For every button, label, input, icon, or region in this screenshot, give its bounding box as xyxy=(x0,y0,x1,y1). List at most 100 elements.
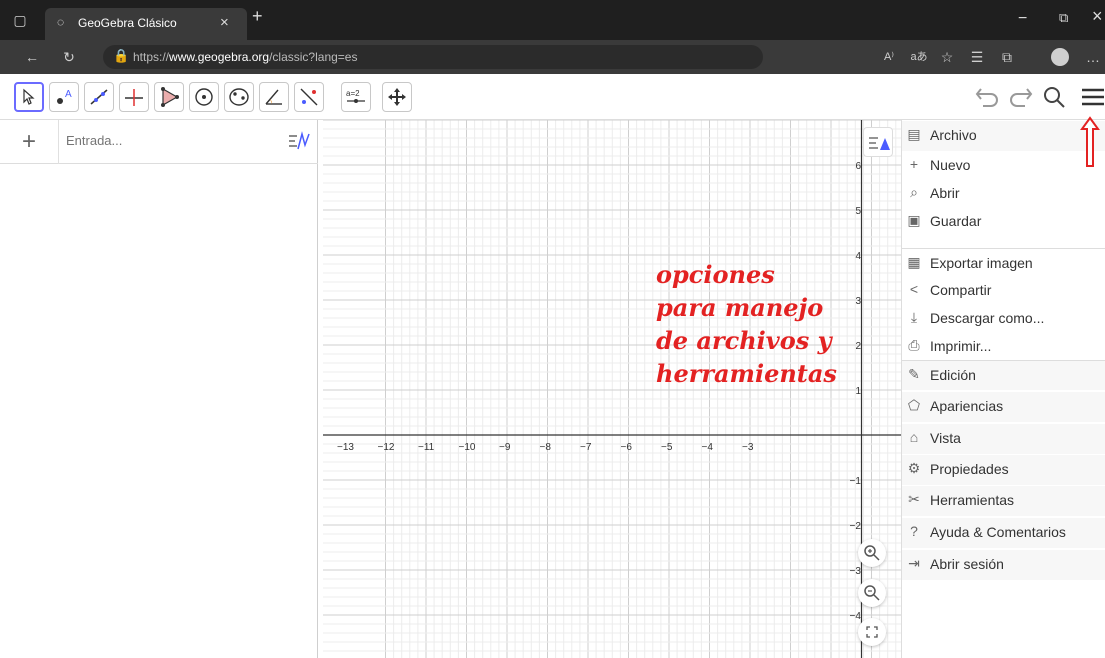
menu-item[interactable]: ✎ Edición xyxy=(902,360,1105,390)
menu-item-label: Nuevo xyxy=(930,157,971,173)
menu-item-label: Descargar como... xyxy=(930,310,1045,326)
line-tool-icon[interactable] xyxy=(84,82,114,112)
new-tab-icon[interactable]: + xyxy=(252,6,263,27)
perpendicular-tool-icon[interactable] xyxy=(119,82,149,112)
menu-item[interactable]: < Compartir xyxy=(902,276,1105,306)
back-icon[interactable]: ← xyxy=(21,45,43,69)
pencil-icon: ✎ xyxy=(908,366,920,382)
x-tick-label: −3 xyxy=(742,442,754,453)
menu-item[interactable]: ⬠ Apariencias xyxy=(902,392,1105,422)
menu-item[interactable]: + Nuevo xyxy=(902,151,1105,181)
window-icon[interactable]: ▢ xyxy=(8,8,32,32)
y-tick-label: 3 xyxy=(856,296,862,307)
menu-item-label: Guardar xyxy=(930,213,982,229)
menu-item-label: Herramientas xyxy=(930,492,1015,508)
y-tick-label: −2 xyxy=(850,521,862,532)
x-tick-label: −13 xyxy=(337,442,354,453)
refresh-icon[interactable]: ↻ xyxy=(58,45,80,69)
x-tick-label: −11 xyxy=(418,442,435,453)
slider-label: a=2 xyxy=(346,89,360,98)
menu-item[interactable]: ? Ayuda & Comentarios xyxy=(902,518,1105,548)
annotation-line: opciones xyxy=(656,260,775,289)
x-tick-label: −7 xyxy=(580,442,592,453)
url-host: www.geogebra.org xyxy=(169,50,270,64)
move-view-tool-icon[interactable] xyxy=(382,82,412,112)
x-tick-label: −12 xyxy=(378,442,395,453)
divider xyxy=(58,120,59,164)
y-tick-label: 5 xyxy=(856,206,862,217)
reflect-tool-icon[interactable] xyxy=(294,82,324,112)
menu-item[interactable]: ⚙ Propiedades xyxy=(902,455,1105,485)
menu-item[interactable]: ⌂ Vista xyxy=(902,424,1105,454)
pointer-tool-icon[interactable] xyxy=(14,82,44,112)
y-tick-label: 4 xyxy=(856,251,862,262)
share-icon: < xyxy=(909,281,919,297)
close-tab-icon[interactable]: × xyxy=(220,14,229,31)
search-icon[interactable] xyxy=(1037,82,1071,112)
favorite-icon[interactable]: ☆ xyxy=(936,45,958,69)
menu-item[interactable]: ⌕ Abrir xyxy=(902,179,1105,209)
menu-hamburger-icon[interactable] xyxy=(1074,82,1105,112)
graphics-style-icon[interactable] xyxy=(863,127,893,157)
tab-title: GeoGebra Clásico xyxy=(78,16,177,30)
menu-item-label: Archivo xyxy=(930,127,977,143)
algebra-input-row: + xyxy=(0,120,318,164)
fullscreen-icon[interactable] xyxy=(858,618,886,646)
circle-tool-icon[interactable] xyxy=(189,82,219,112)
algebra-view-style-icon[interactable] xyxy=(287,131,311,153)
tools-icon: ✂ xyxy=(908,491,920,507)
y-tick-label: −3 xyxy=(850,566,862,577)
x-tick-label: −10 xyxy=(459,442,476,453)
translate-icon[interactable]: aあ xyxy=(908,45,930,69)
x-tick-label: −4 xyxy=(702,442,714,453)
graphics-view[interactable]: −16−15−14−13−12−11−10−9−8−7−6−5−4−365432… xyxy=(323,120,901,658)
home-icon: ⌂ xyxy=(909,429,919,445)
favorites-list-icon[interactable]: ☰ xyxy=(966,45,988,69)
menu-item-label: Abrir sesión xyxy=(930,556,1004,572)
ellipse-tool-icon[interactable] xyxy=(224,82,254,112)
menu-item[interactable]: ✂ Herramientas xyxy=(902,486,1105,516)
zoom-out-icon[interactable] xyxy=(858,579,886,607)
menu-item[interactable]: ▣ Guardar xyxy=(902,207,1105,237)
menu-item-label: Exportar imagen xyxy=(930,255,1033,271)
zoom-in-icon[interactable] xyxy=(858,539,886,567)
profile-icon[interactable] xyxy=(1051,48,1069,66)
menu-item[interactable]: ⎙ Imprimir... xyxy=(902,332,1105,362)
menu-item[interactable]: ▤ Archivo xyxy=(902,121,1105,151)
y-tick-label: 6 xyxy=(856,161,862,172)
angle-tool-icon[interactable] xyxy=(259,82,289,112)
menu-item[interactable]: ⇥ Abrir sesión xyxy=(902,550,1105,580)
download-icon: ⤓ xyxy=(910,309,918,325)
redo-icon[interactable] xyxy=(1003,82,1037,112)
menu-item[interactable]: ▦ Exportar imagen xyxy=(902,248,1105,278)
slider-tool-icon[interactable]: a=2 xyxy=(341,82,371,112)
geogebra-toolbar: A a=2 xyxy=(0,74,1105,120)
menu-item-label: Ayuda & Comentarios xyxy=(930,524,1066,540)
point-tool-icon[interactable]: A xyxy=(49,82,79,112)
url-prefix: https:// xyxy=(133,50,170,64)
menu-item[interactable]: ⤓ Descargar como... xyxy=(902,304,1105,334)
undo-icon[interactable] xyxy=(971,82,1005,112)
minimize-icon[interactable]: − xyxy=(1018,10,1027,28)
annotation-line: de archivos y xyxy=(656,326,832,355)
more-icon[interactable]: … xyxy=(1082,45,1104,69)
save-icon: ▣ xyxy=(907,212,921,228)
algebra-input[interactable] xyxy=(66,133,266,148)
browser-tab[interactable]: ◌ GeoGebra Clásico × xyxy=(45,8,247,40)
close-window-icon[interactable]: × xyxy=(1092,6,1103,27)
add-object-icon[interactable]: + xyxy=(22,128,36,156)
url-bar[interactable]: 🔒 https://www.geogebra.org/classic?lang=… xyxy=(103,45,763,69)
polygon-tool-icon[interactable] xyxy=(154,82,184,112)
help-icon: ? xyxy=(910,523,918,539)
read-aloud-icon[interactable]: A⁾ xyxy=(878,45,900,69)
spinner-icon: ◌ xyxy=(57,15,65,29)
menu-item-label: Imprimir... xyxy=(930,338,992,354)
image-icon: ▦ xyxy=(907,254,921,270)
restore-icon[interactable]: ⧉ xyxy=(1059,10,1068,26)
pentagon-icon: ⬠ xyxy=(907,397,921,413)
gear-icon: ⚙ xyxy=(907,460,921,476)
collections-icon[interactable]: ⧉ xyxy=(996,45,1018,69)
search-icon: ⌕ xyxy=(910,184,918,200)
y-tick-label: 1 xyxy=(856,386,862,397)
svg-text:A: A xyxy=(65,89,72,100)
